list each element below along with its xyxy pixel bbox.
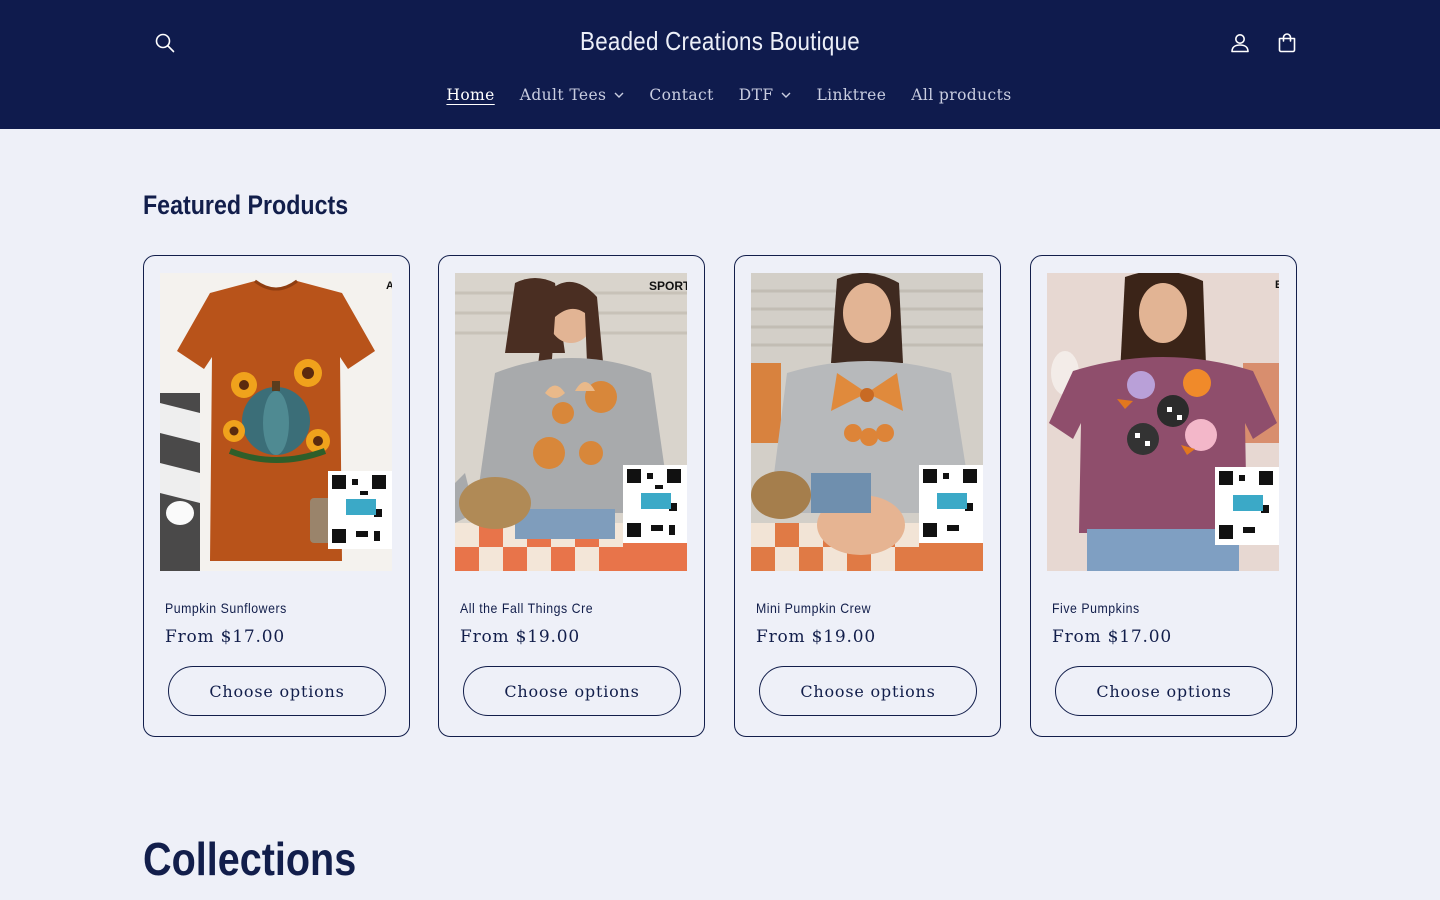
product-price: From $19.00 <box>460 627 580 647</box>
featured-products-heading: Featured Products <box>143 190 349 220</box>
nav-item-label: Contact <box>649 86 714 104</box>
product-card: SPORT All the Fall Things Cre From $19.0… <box>438 255 705 737</box>
nav-item-contact[interactable]: Contact <box>649 86 713 104</box>
product-image[interactable]: E <box>1047 273 1279 571</box>
product-name[interactable]: Mini Pumpkin Crew <box>756 600 871 616</box>
product-name[interactable]: Five Pumpkins <box>1052 600 1140 616</box>
nav-item-label: DTF <box>738 86 774 104</box>
main-nav: Home Adult Tees Contact DTF Linktree All… <box>0 86 1440 104</box>
nav-item-adult-tees[interactable]: Adult Tees <box>520 86 625 104</box>
search-icon[interactable] <box>151 29 179 57</box>
choose-options-button[interactable]: Choose options <box>1055 666 1273 716</box>
image-corner-text: E <box>1275 279 1279 291</box>
nav-item-dtf[interactable]: DTF <box>739 86 792 104</box>
choose-options-button[interactable]: Choose options <box>759 666 977 716</box>
product-price: From $17.00 <box>165 627 285 647</box>
nav-item-label: Home <box>446 86 495 104</box>
nav-item-label: All products <box>911 86 1012 104</box>
product-image[interactable]: SPORT <box>455 273 687 571</box>
image-corner-text: A <box>386 280 392 292</box>
chevron-down-icon <box>781 92 791 98</box>
nav-item-all-products[interactable]: All products <box>911 86 1011 104</box>
product-price: From $19.00 <box>756 627 876 647</box>
chevron-down-icon <box>614 92 624 98</box>
product-image[interactable] <box>751 273 983 571</box>
product-image[interactable]: A <box>160 273 392 571</box>
product-price: From $17.00 <box>1052 627 1172 647</box>
choose-options-button[interactable]: Choose options <box>168 666 386 716</box>
nav-item-home[interactable]: Home <box>446 86 494 104</box>
product-card: Mini Pumpkin Crew From $19.00 Choose opt… <box>734 255 1001 737</box>
product-name[interactable]: Pumpkin Sunflowers <box>165 600 287 616</box>
account-icon[interactable] <box>1226 29 1254 57</box>
collections-heading: Collections <box>143 833 357 885</box>
nav-item-label: Linktree <box>816 86 887 104</box>
nav-item-label: Adult Tees <box>519 86 607 104</box>
product-card: A Pumpkin Sunflowers From $17.00 Choose … <box>143 255 410 737</box>
choose-options-button[interactable]: Choose options <box>463 666 681 716</box>
image-corner-text: SPORT <box>649 279 687 293</box>
site-header: Beaded Creations Boutique Home Adult Tee… <box>0 0 1440 129</box>
product-name[interactable]: All the Fall Things Cre <box>460 600 593 616</box>
cart-icon[interactable] <box>1273 29 1301 57</box>
nav-item-linktree[interactable]: Linktree <box>816 86 886 104</box>
product-card: E Five Pumpkins From $17.00 Choose optio… <box>1030 255 1297 737</box>
store-title[interactable]: Beaded Creations Boutique <box>462 26 978 57</box>
